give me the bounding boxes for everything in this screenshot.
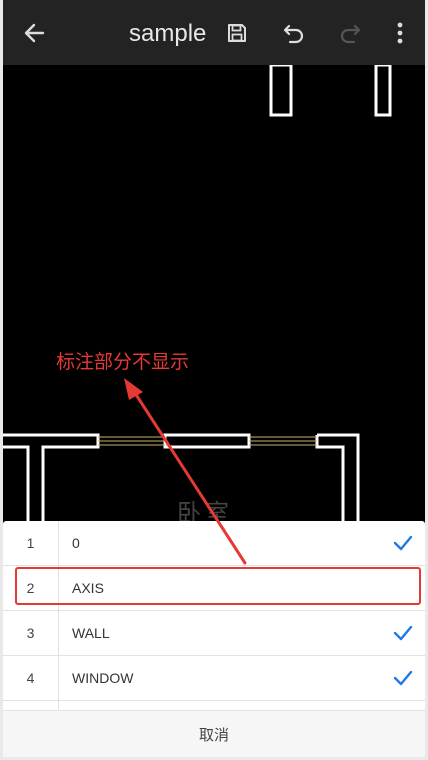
layer-row-axis[interactable]: 2 AXIS [3,566,425,611]
layer-row-wall[interactable]: 3 WALL [3,611,425,656]
layer-name: 0 [72,535,80,551]
layer-number: 3 [3,611,59,655]
layer-name: WALL [72,625,110,641]
checkmark-icon [393,625,413,641]
device-frame: sample 卧室 标注部分不显示 1 0 2 AXIS 3 WALL 4 WI… [0,0,428,760]
back-arrow-icon[interactable] [19,18,49,48]
checkmark-icon [393,535,413,551]
more-vert-icon[interactable] [385,18,415,48]
layer-number: 2 [3,566,59,610]
cancel-button[interactable]: 取消 [3,710,425,757]
save-icon[interactable] [222,18,252,48]
top-toolbar: sample [3,0,425,65]
document-title: sample [129,20,207,47]
layer-row-0[interactable]: 1 0 [3,521,425,566]
cad-viewer-app: sample 卧室 标注部分不显示 1 0 2 AXIS 3 WALL 4 WI… [3,0,425,757]
checkmark-icon [393,670,413,686]
undo-icon[interactable] [279,18,309,48]
redo-icon[interactable] [335,18,365,48]
layer-row-window[interactable]: 4 WINDOW [3,656,425,701]
layer-name: WINDOW [72,670,134,686]
annotation-note: 标注部分不显示 [56,351,190,373]
drawing-canvas[interactable]: 卧室 [3,65,425,527]
layer-number: 1 [3,521,59,565]
layer-number: 4 [3,656,59,700]
layer-name: AXIS [72,580,104,596]
